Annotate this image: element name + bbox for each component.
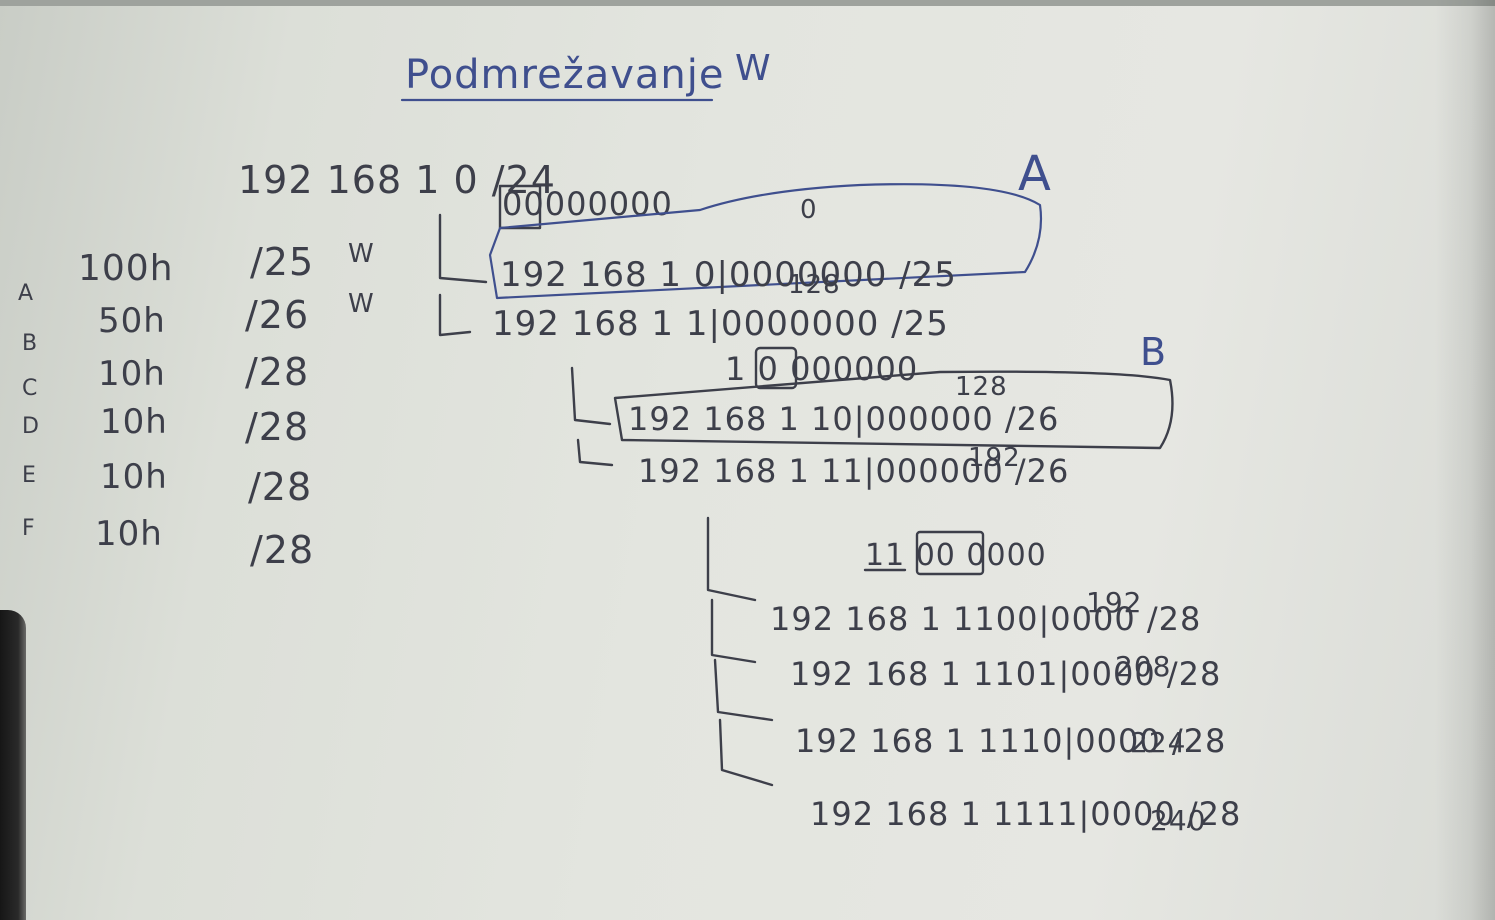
subnet-row: 192 168 1 11|000000 /26 (638, 452, 1069, 490)
requirement-row: A 100h /25 W (18, 239, 375, 306)
branch-line (438, 213, 488, 284)
subnet-row: 192 168 1 1111|0000 /28 (810, 795, 1241, 833)
subnet-level-2: 1 0 000000 128 B 192 168 1 10|000000 /26… (570, 330, 1174, 490)
pivot-bits: 11 00 0000 (865, 538, 1047, 573)
requirement-label: A (18, 281, 34, 306)
subnet-row: 192 168 1 1|0000000 /25 (492, 304, 949, 344)
whiteboard-drawing: Podmrežavanje W 192 168 1 0 /24 A 100h /… (18, 48, 1241, 837)
requirements-list: A 100h /25 W B 50h /26 W C 10h /28 D 10h… (18, 239, 375, 572)
requirement-prefix: /28 (245, 350, 309, 394)
requirement-label: D (22, 414, 40, 439)
subnet-row: 192 168 1 10|000000 /26 (628, 400, 1059, 438)
branch-line (706, 516, 757, 602)
requirement-prefix: /25 (250, 240, 314, 284)
branch-line (570, 366, 612, 426)
requirement-mark: W (348, 239, 375, 269)
requirement-label: B (22, 331, 38, 356)
title: Podmrežavanje (405, 52, 724, 98)
requirement-label: C (22, 376, 38, 401)
requirement-hosts: 10h (100, 402, 168, 442)
requirement-row: C 10h /28 (22, 350, 309, 401)
requirement-row: D 10h /28 (22, 402, 309, 449)
branch-line (576, 438, 614, 467)
title-check-mark: W (735, 48, 772, 89)
branch-line (713, 658, 774, 722)
requirement-hosts: 10h (98, 354, 166, 394)
subnet-level-3: 11 00 0000 192 192 168 1 1100|0000 /28 2… (706, 516, 1241, 837)
requirement-hosts: 50h (98, 301, 166, 341)
subnet-label-b: B (1140, 330, 1167, 374)
requirement-hosts: 10h (95, 514, 163, 554)
branch-line (438, 293, 472, 337)
requirement-hosts: 100h (78, 248, 174, 289)
requirement-label: F (22, 516, 36, 541)
requirement-row: B 50h /26 W (22, 289, 375, 356)
branch-line (710, 598, 757, 664)
requirement-prefix: /28 (250, 528, 314, 572)
subnet-row: 192 168 1 1110|0000 /28 (795, 722, 1226, 760)
pivot-value: 0 (800, 195, 818, 225)
requirement-hosts: 10h (100, 457, 168, 497)
subnet-row: 192 168 1 1100|0000 /28 (770, 600, 1201, 638)
pivot-bits: 00000000 (502, 185, 673, 223)
requirement-row: E 10h /28 (22, 457, 312, 509)
subnet-start-value: 128 (788, 270, 841, 300)
requirement-prefix: /26 (245, 293, 309, 337)
branch-line (718, 718, 774, 787)
subnet-row: 192 168 1 0|0000000 /25 (500, 255, 957, 295)
whiteboard: Podmrežavanje W 192 168 1 0 /24 A 100h /… (0, 0, 1495, 920)
subnet-label-a: A (1018, 146, 1052, 202)
subnet-row: 192 168 1 1101|0000 /28 (790, 655, 1221, 693)
requirement-prefix: /28 (248, 465, 312, 509)
requirement-label: E (22, 463, 37, 488)
requirement-prefix: /28 (245, 405, 309, 449)
requirement-row: F 10h /28 (22, 514, 314, 572)
requirement-mark: W (348, 289, 375, 319)
pivot-value: 128 (955, 372, 1008, 402)
